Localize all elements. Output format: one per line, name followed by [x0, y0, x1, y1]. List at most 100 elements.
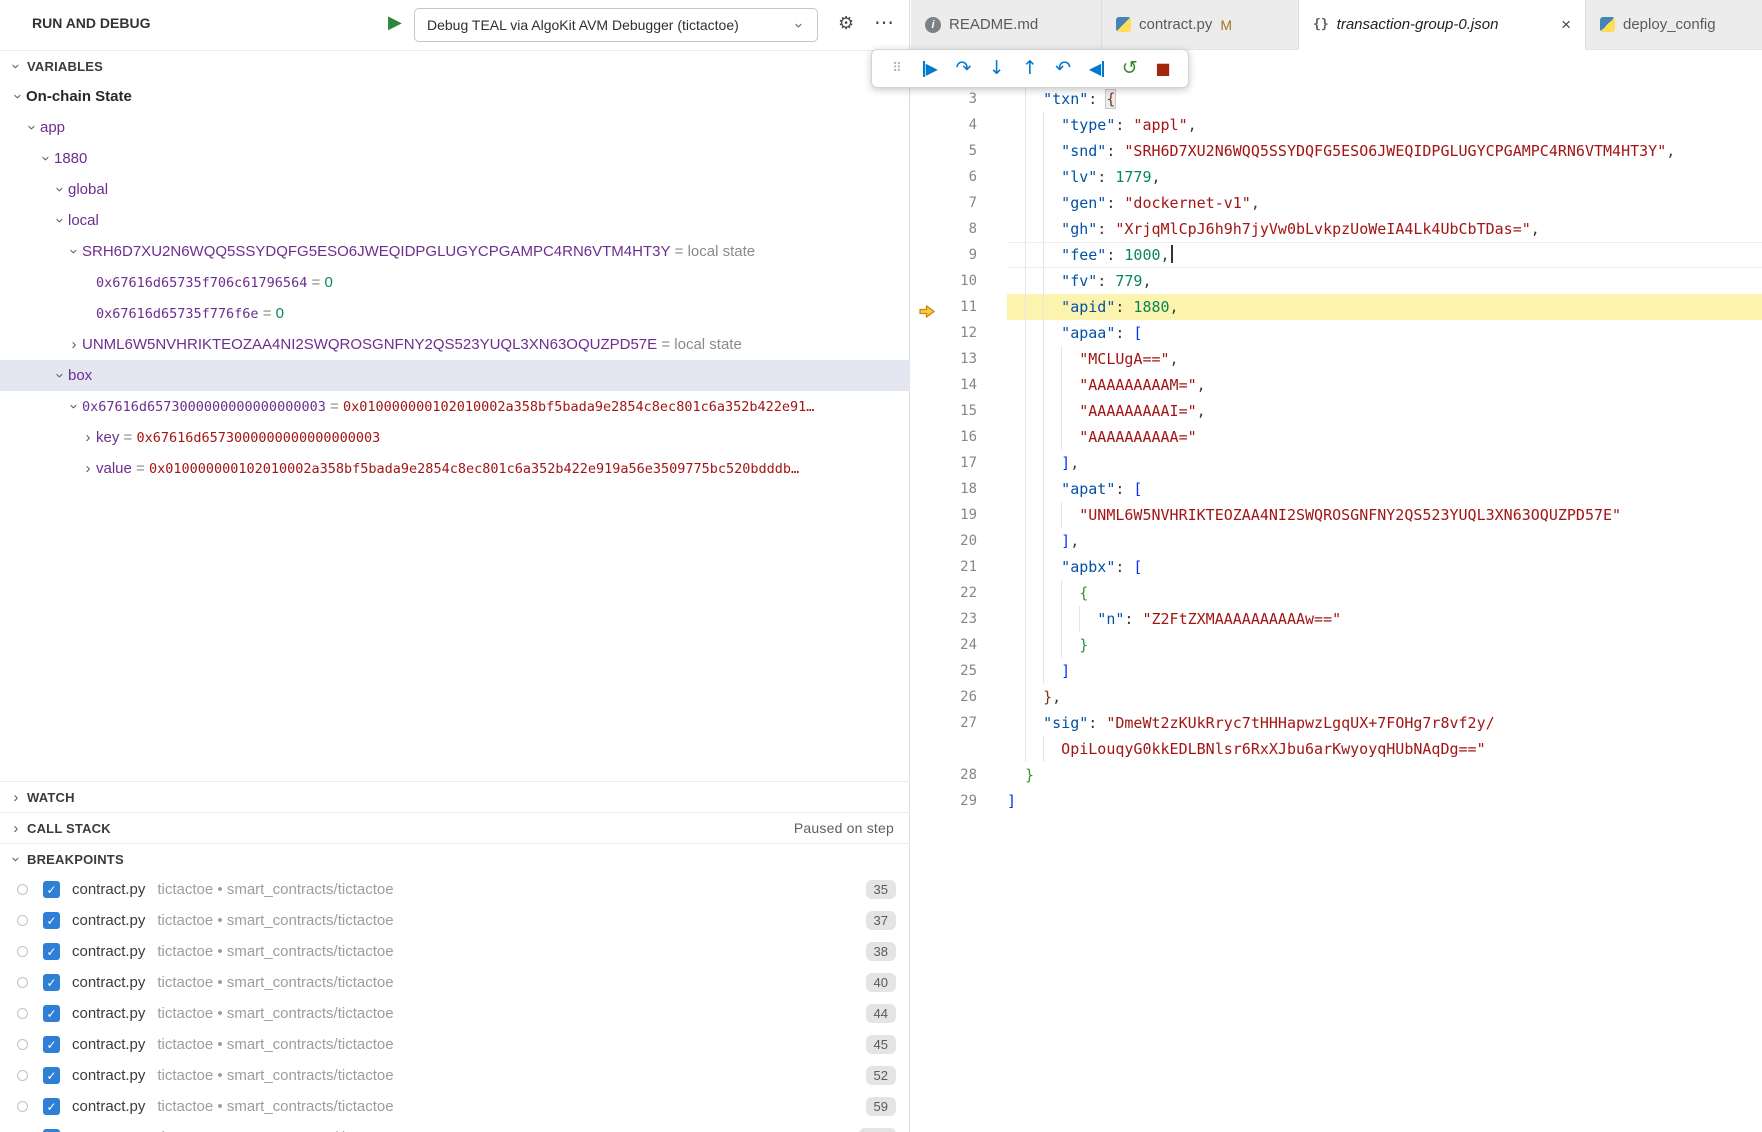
gutter-line-number[interactable]: 28 — [911, 762, 1007, 788]
code-line[interactable]: "txn": { — [1007, 86, 1762, 112]
code-line[interactable]: { — [1007, 580, 1762, 606]
breakpoint-row[interactable]: ✓contract.pytictactoe • smart_contracts/… — [0, 874, 910, 905]
editor-line[interactable]: 28} — [911, 762, 1762, 788]
editor-line[interactable]: 26}, — [911, 684, 1762, 710]
gutter-line-number[interactable]: 13 — [911, 346, 1007, 372]
gutter-line-number[interactable]: 24 — [911, 632, 1007, 658]
breakpoint-checkbox[interactable]: ✓ — [43, 943, 60, 960]
code-line[interactable]: } — [1007, 762, 1762, 788]
tree-item[interactable]: ›UNML6W5NVHRIKTEOZAA4NI2SWQROSGNFNY2QS52… — [0, 329, 910, 360]
tree-item[interactable]: 0x67616d65735f776f6e = 0 — [0, 298, 910, 329]
gutter-line-number[interactable] — [911, 736, 1007, 762]
breakpoint-row[interactable]: ✓contract.pytictactoe • smart_contracts/… — [0, 1060, 910, 1091]
gutter-line-number[interactable]: 19 — [911, 502, 1007, 528]
editor-line[interactable]: 24} — [911, 632, 1762, 658]
code-line[interactable]: "n": "Z2FtZXMAAAAAAAAAAw==" — [1007, 606, 1762, 632]
code-line[interactable]: ], — [1007, 528, 1762, 554]
reverse-continue-button[interactable]: ◀ — [1084, 54, 1110, 84]
chevron-down-icon[interactable]: › — [10, 89, 27, 105]
code-line[interactable]: ], — [1007, 450, 1762, 476]
editor-line[interactable]: 6"lv": 1779, — [911, 164, 1762, 190]
chevron-down-icon[interactable]: › — [38, 151, 55, 167]
step-into-button[interactable]: ↓ — [984, 54, 1010, 84]
tab-readme[interactable]: iREADME.md — [911, 0, 1102, 49]
gutter-line-number[interactable]: 14 — [911, 372, 1007, 398]
code-line[interactable]: ] — [1007, 658, 1762, 684]
chevron-down-icon[interactable]: › — [52, 368, 69, 384]
gutter-line-number[interactable]: 25 — [911, 658, 1007, 684]
gutter-line-number[interactable]: 5 — [911, 138, 1007, 164]
editor-line[interactable]: 22{ — [911, 580, 1762, 606]
chevron-right-icon[interactable]: › — [80, 460, 96, 477]
step-over-button[interactable]: ↷ — [951, 54, 977, 84]
editor-line[interactable]: 19"UNML6W5NVHRIKTEOZAA4NI2SWQROSGNFNY2QS… — [911, 502, 1762, 528]
gutter-line-number[interactable]: 10 — [911, 268, 1007, 294]
code-line[interactable]: "apid": 1880, — [1007, 294, 1762, 320]
editor-line[interactable]: 18"apat": [ — [911, 476, 1762, 502]
tree-item[interactable]: ›app — [0, 112, 910, 143]
editor-line[interactable]: 14"AAAAAAAAAM=", — [911, 372, 1762, 398]
breakpoint-row[interactable]: ✓contract.pytictactoe • smart_contracts/… — [0, 967, 910, 998]
editor-line[interactable]: 29] — [911, 788, 1762, 814]
editor-line[interactable]: 11"apid": 1880, — [911, 294, 1762, 320]
editor-line[interactable]: 9"fee": 1000, — [911, 242, 1762, 268]
drag-handle[interactable]: ⠿ — [884, 54, 910, 84]
gutter-line-number[interactable]: 27 — [911, 710, 1007, 736]
code-line[interactable]: "lv": 1779, — [1007, 164, 1762, 190]
code-line[interactable]: "apbx": [ — [1007, 554, 1762, 580]
tree-item[interactable]: ›0x67616d6573000000000000000003 = 0x0100… — [0, 391, 910, 422]
editor-line[interactable]: 10"fv": 779, — [911, 268, 1762, 294]
gutter-line-number[interactable]: 8 — [911, 216, 1007, 242]
chevron-down-icon[interactable]: › — [52, 213, 69, 229]
code-line[interactable]: "sig": "DmeWt2zKUkRryc7tHHHapwzLgqUX+7FO… — [1007, 710, 1762, 736]
tab-deploy-config[interactable]: deploy_config — [1586, 0, 1762, 49]
gutter-line-number[interactable]: 4 — [911, 112, 1007, 138]
gutter-line-number[interactable]: 17 — [911, 450, 1007, 476]
gutter-line-number[interactable]: 22 — [911, 580, 1007, 606]
tab-transaction-group-0[interactable]: {}transaction-group-0.json× — [1299, 0, 1586, 50]
section-header-call-stack[interactable]: › CALL STACK Paused on step — [0, 812, 910, 843]
editor-line[interactable]: 4"type": "appl", — [911, 112, 1762, 138]
gutter-line-number[interactable]: 20 — [911, 528, 1007, 554]
chevron-down-icon[interactable]: › — [66, 399, 83, 415]
tree-item[interactable]: ›value = 0x010000000102010002a358bf5bada… — [0, 453, 910, 484]
chevron-down-icon[interactable]: › — [52, 182, 69, 198]
breakpoint-row[interactable]: ✓contract.pytictactoe • smart_contracts/… — [0, 998, 910, 1029]
gutter-line-number[interactable]: 15 — [911, 398, 1007, 424]
tab-contract[interactable]: contract.pyM — [1102, 0, 1299, 49]
tree-item[interactable]: ›1880 — [0, 143, 910, 174]
code-line[interactable]: "apaa": [ — [1007, 320, 1762, 346]
tree-item[interactable]: ›box — [0, 360, 910, 391]
gutter-line-number[interactable]: 16 — [911, 424, 1007, 450]
debug-config-dropdown[interactable]: Debug TEAL via AlgoKit AVM Debugger (tic… — [414, 8, 818, 42]
tree-item[interactable]: ›local — [0, 205, 910, 236]
editor-line[interactable]: 12"apaa": [ — [911, 320, 1762, 346]
editor-line[interactable]: 3"txn": { — [911, 86, 1762, 112]
close-icon[interactable]: × — [1561, 15, 1571, 35]
gutter-line-number[interactable]: 3 — [911, 86, 1007, 112]
code-line[interactable]: "snd": "SRH6D7XU2N6WQQ5SSYDQFG5ESO6JWEQI… — [1007, 138, 1762, 164]
breakpoint-checkbox[interactable]: ✓ — [43, 881, 60, 898]
breakpoint-checkbox[interactable]: ✓ — [43, 1067, 60, 1084]
breakpoint-row[interactable]: ✓contract.pytictactoe • smart_contracts/… — [0, 905, 910, 936]
step-back-button[interactable]: ↶ — [1050, 54, 1076, 84]
gutter-line-number[interactable]: 12 — [911, 320, 1007, 346]
gutter-line-number[interactable]: 26 — [911, 684, 1007, 710]
code-line[interactable]: "MCLUgA==", — [1007, 346, 1762, 372]
breakpoint-checkbox[interactable]: ✓ — [43, 912, 60, 929]
editor-line[interactable]: 13"MCLUgA==", — [911, 346, 1762, 372]
code-line[interactable]: "AAAAAAAAAA=" — [1007, 424, 1762, 450]
breakpoint-row[interactable]: ✓contract.pytictactoe • smart_contracts/… — [0, 1029, 910, 1060]
code-line[interactable]: "apat": [ — [1007, 476, 1762, 502]
breakpoint-checkbox[interactable]: ✓ — [43, 1005, 60, 1022]
breakpoint-row[interactable]: ✓contract.pytictactoe • smart_contracts/… — [0, 1122, 910, 1132]
code-line[interactable]: "gen": "dockernet-v1", — [1007, 190, 1762, 216]
restart-button[interactable]: ↺ — [1117, 54, 1143, 84]
editor-line[interactable]: 16"AAAAAAAAAA=" — [911, 424, 1762, 450]
section-header-watch[interactable]: › WATCH — [0, 781, 910, 812]
editor-line[interactable]: 8"gh": "XrjqMlCpJ6h9h7jyVw0bLvkpzUoWeIA4… — [911, 216, 1762, 242]
editor-line[interactable]: 17], — [911, 450, 1762, 476]
breakpoint-row[interactable]: ✓contract.pytictactoe • smart_contracts/… — [0, 1091, 910, 1122]
chevron-down-icon[interactable]: › — [24, 120, 41, 136]
tree-item[interactable]: ›global — [0, 174, 910, 205]
